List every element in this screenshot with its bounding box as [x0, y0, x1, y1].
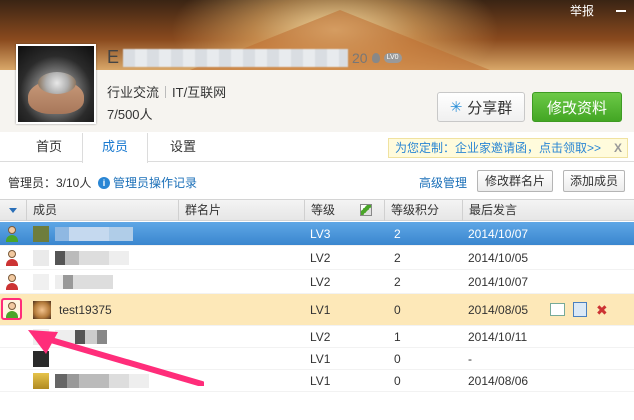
avatar-coins: [38, 72, 76, 94]
member-avatar[interactable]: [33, 274, 49, 290]
member-last-speak: 2014/08/05: [468, 302, 529, 317]
group-avatar[interactable]: [16, 44, 96, 124]
member-avatar[interactable]: [33, 351, 49, 367]
promo-text: 为您定制：企业家邀请函，点击领取>>: [395, 141, 602, 155]
admin-count: 管理员：3/10人: [8, 176, 92, 190]
member-points: 1: [394, 329, 401, 344]
admin-log-link[interactable]: i 管理员操作记录: [98, 174, 197, 191]
edit-group-card-button[interactable]: 修改群名片: [477, 170, 553, 192]
tag-industry[interactable]: IT/互联网: [172, 82, 226, 101]
member-name-redacted: [55, 374, 149, 388]
member-points: 0: [394, 373, 401, 388]
member-level: LV1: [310, 373, 331, 388]
member-name-redacted: [55, 251, 129, 265]
member-name-redacted: [55, 330, 107, 344]
member-level: LV1: [310, 351, 331, 366]
table-row[interactable]: LV1 0 2014/08/06: [0, 370, 634, 392]
member-last-speak: 2014/10/05: [468, 250, 529, 265]
member-table-body: LV3 2 2014/10/07 LV2 2 2014/10/05 LV2 2 …: [0, 222, 634, 392]
table-row[interactable]: LV2 2 2014/10/05: [0, 246, 634, 270]
add-member-button[interactable]: 添加成员: [563, 170, 625, 192]
member-name-redacted: [55, 227, 133, 241]
table-row[interactable]: LV2 1 2014/10/11: [0, 326, 634, 348]
member-last-speak: -: [468, 351, 472, 366]
member-avatar[interactable]: [33, 250, 49, 266]
owner-icon: [4, 225, 20, 242]
remove-member-icon[interactable]: ✖: [596, 302, 612, 318]
member-level: LV2: [310, 274, 331, 289]
advanced-manage-link[interactable]: 高级管理: [419, 174, 467, 191]
member-name-redacted: [55, 275, 113, 289]
member-table-header: 成员 群名片 等级 等级积分 最后发言: [0, 199, 634, 221]
group-name-redacted: [123, 48, 349, 67]
minimize-icon[interactable]: [616, 9, 626, 12]
col-level[interactable]: 等级: [304, 200, 384, 221]
tag-category[interactable]: 行业交流: [107, 82, 159, 101]
col-level-points[interactable]: 等级积分: [384, 200, 462, 221]
tag-divider: [165, 85, 167, 98]
tab-home[interactable]: 首页: [16, 133, 82, 162]
table-row[interactable]: test19375 LV1 0 2014/08/05 ✖: [0, 294, 634, 326]
members-toolbar: 管理员：3/10人 i 管理员操作记录 高级管理 修改群名片 添加成员: [0, 163, 634, 199]
admin-icon: [4, 249, 20, 266]
edit-level-icon[interactable]: [360, 204, 373, 216]
member-avatar[interactable]: [33, 301, 51, 319]
member-level: LV3: [310, 226, 331, 241]
member-points: 2: [394, 250, 401, 265]
table-row[interactable]: LV3 2 2014/10/07: [0, 222, 634, 246]
col-member[interactable]: 成员: [26, 200, 178, 221]
member-points: 2: [394, 274, 401, 289]
group-level-badge: LV0: [383, 52, 402, 63]
send-message-icon[interactable]: [550, 303, 565, 316]
info-icon: i: [98, 176, 110, 189]
window-topbar: 举报: [570, 2, 626, 19]
group-member-number: 20: [352, 49, 368, 66]
tab-settings[interactable]: 设置: [150, 133, 216, 162]
share-button-label: 分享群: [467, 99, 513, 117]
member-last-speak: 2014/10/07: [468, 274, 529, 289]
promo-banner[interactable]: 为您定制：企业家邀请函，点击领取>> X: [388, 138, 628, 158]
member-level: LV1: [310, 302, 331, 317]
member-points: 2: [394, 226, 401, 241]
close-icon[interactable]: X: [614, 139, 622, 157]
group-name-row: E 20 LV0: [107, 47, 402, 68]
member-avatar[interactable]: [33, 373, 49, 389]
member-name: test19375: [59, 302, 112, 317]
activity-icon: [371, 52, 380, 63]
sort-icon[interactable]: [9, 208, 17, 213]
share-group-button[interactable]: ✳ 分享群: [437, 92, 525, 122]
member-points: 0: [394, 351, 401, 366]
admin-icon: [4, 273, 20, 290]
share-icon: ✳: [449, 99, 463, 116]
group-tags: 行业交流 IT/互联网: [107, 82, 226, 101]
tab-members[interactable]: 成员: [82, 133, 148, 163]
member-avatar[interactable]: [33, 226, 49, 242]
member-last-speak: 2014/10/07: [468, 226, 529, 241]
col-last-speak[interactable]: 最后发言: [462, 200, 634, 221]
report-link[interactable]: 举报: [570, 2, 594, 19]
group-name-initial: E: [107, 47, 120, 67]
member-level: LV2: [310, 250, 331, 265]
member-count: 7/500人: [107, 107, 153, 122]
admin-icon[interactable]: [1, 298, 22, 320]
member-last-speak: 2014/10/11: [468, 329, 528, 344]
member-points: 0: [394, 302, 401, 317]
member-avatar[interactable]: [33, 329, 49, 345]
col-level-label: 等级: [311, 203, 336, 217]
member-last-speak: 2014/08/06: [468, 373, 529, 388]
table-row[interactable]: LV1 0 -: [0, 348, 634, 370]
table-row[interactable]: LV2 2 2014/10/07: [0, 270, 634, 294]
member-level: LV2: [310, 329, 331, 344]
member-card-icon[interactable]: [573, 302, 587, 317]
col-group-card[interactable]: 群名片: [178, 200, 304, 221]
edit-profile-button[interactable]: 修改资料: [532, 92, 622, 122]
admin-log-label: 管理员操作记录: [113, 176, 198, 190]
